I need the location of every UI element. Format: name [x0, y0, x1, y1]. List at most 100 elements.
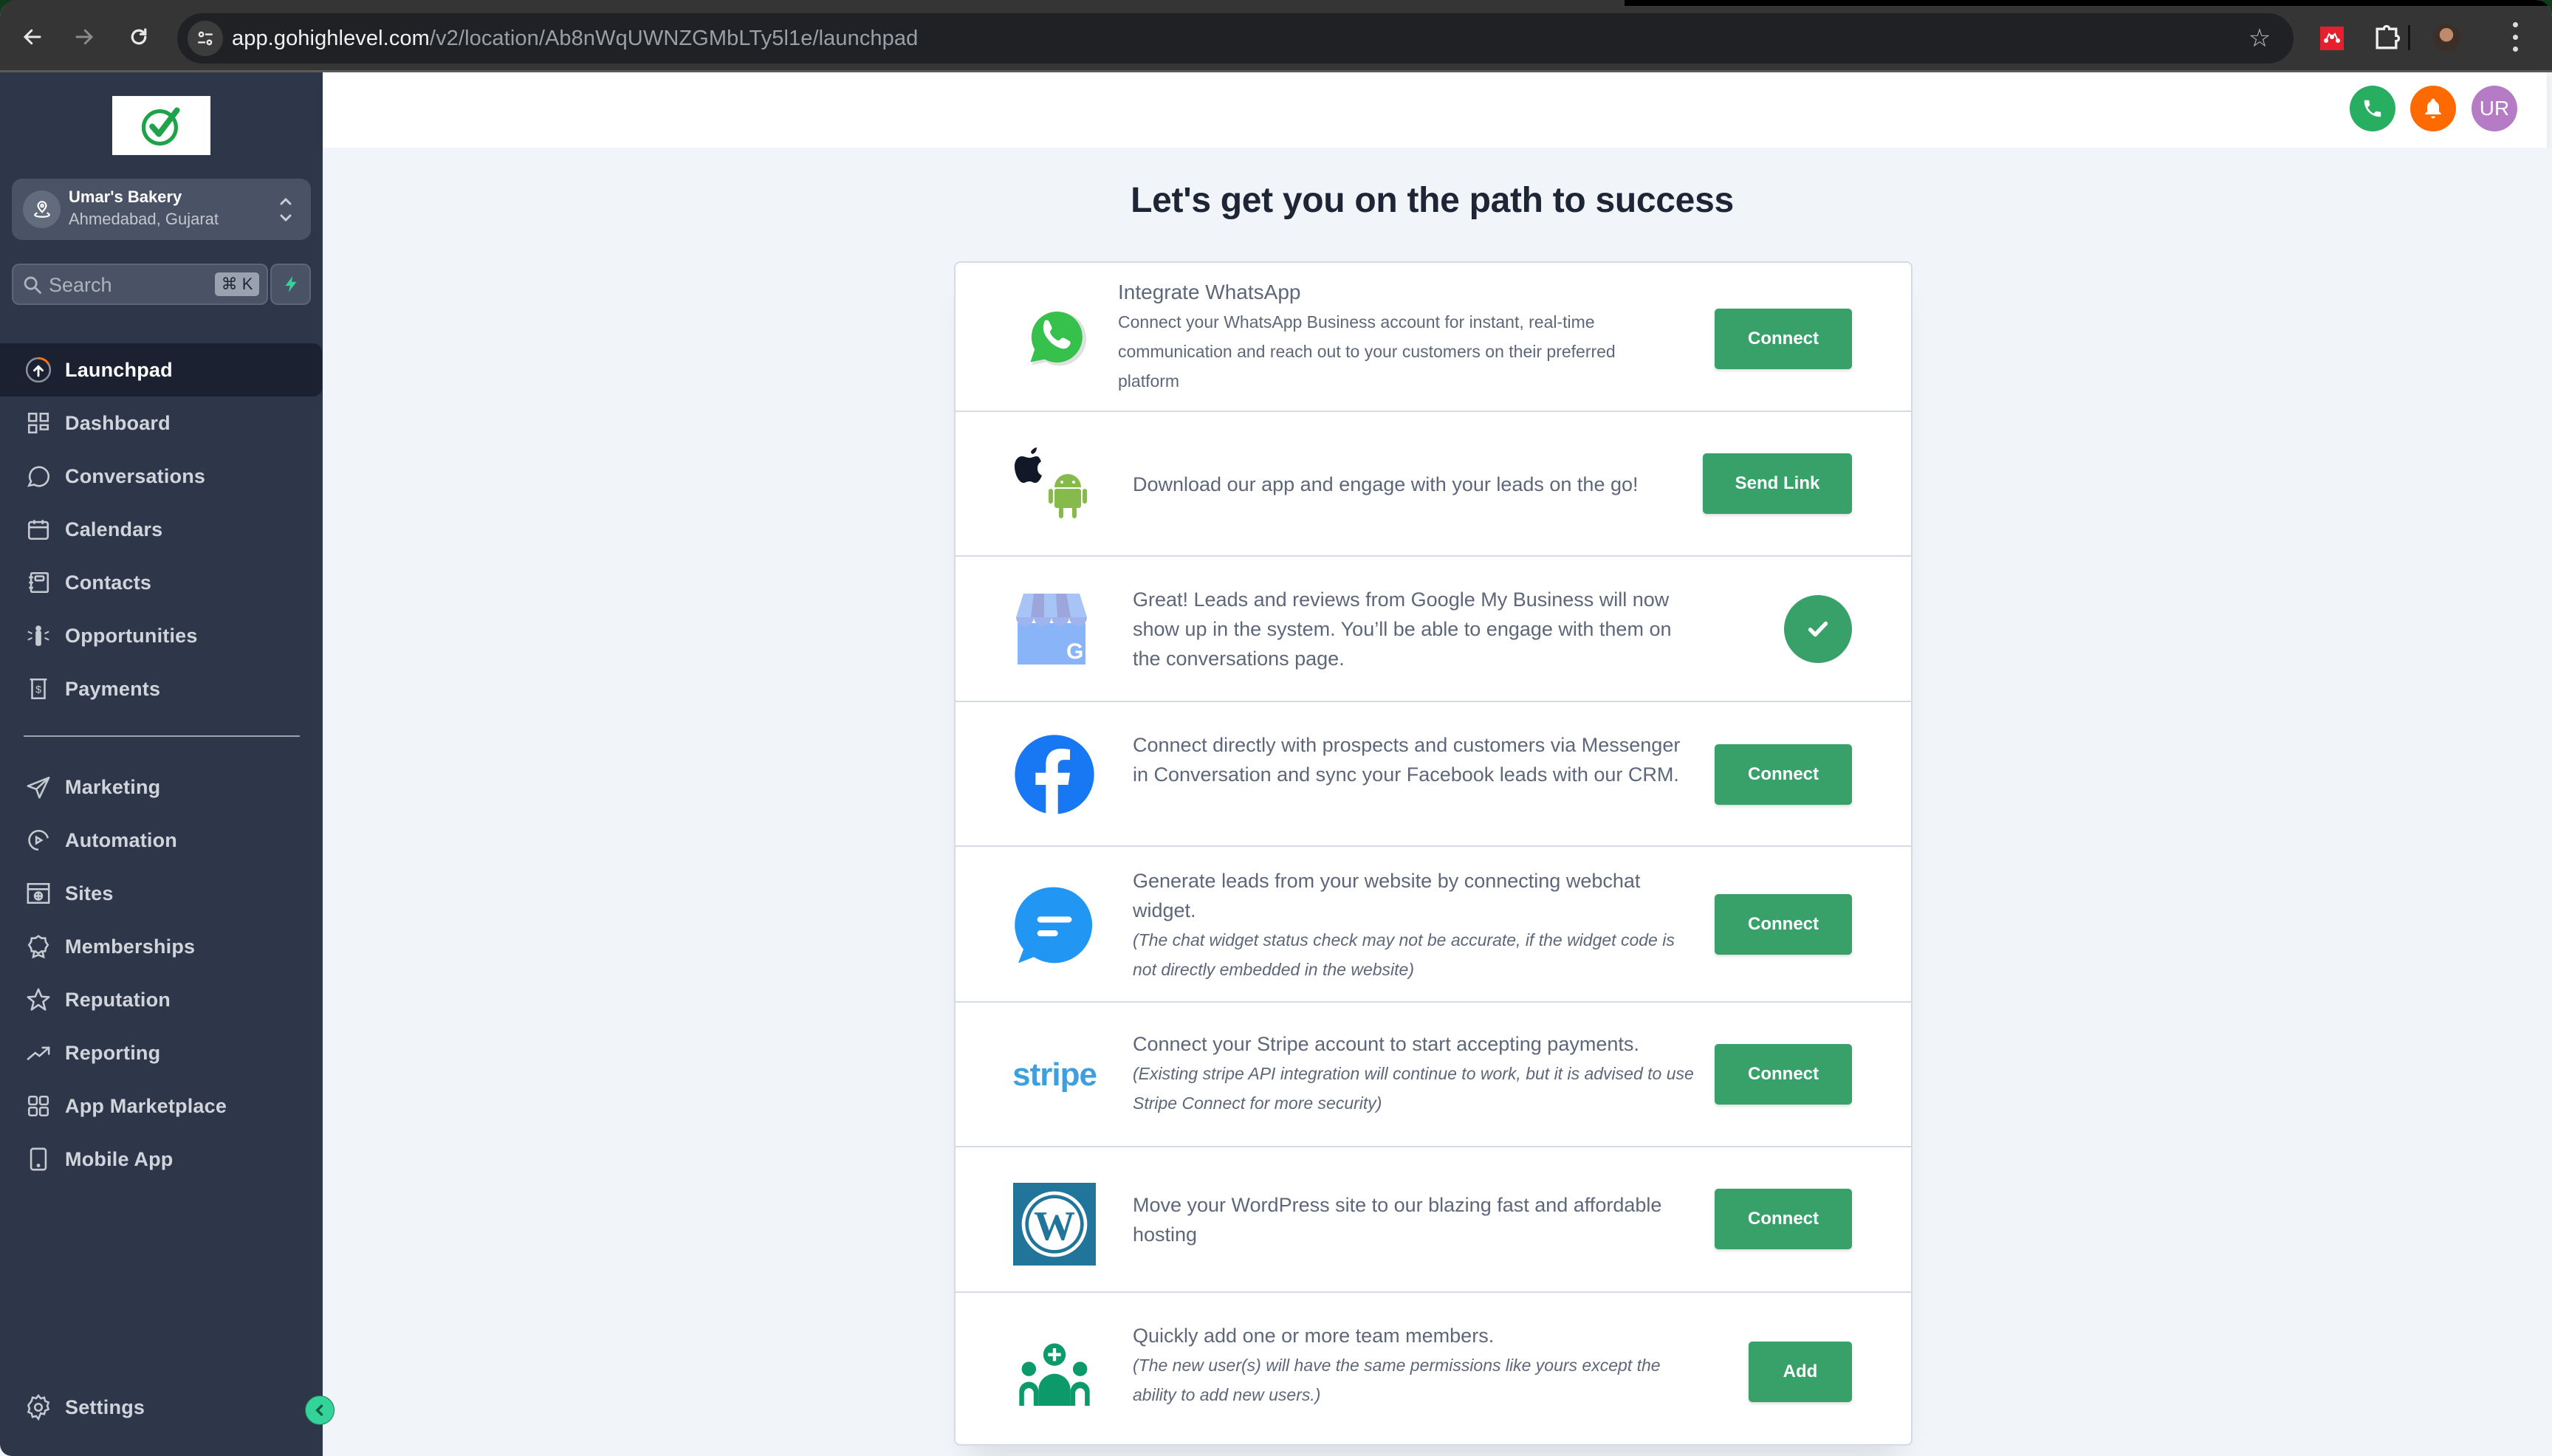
- browser-menu-icon[interactable]: [2511, 22, 2520, 52]
- sidebar-item-label: Memberships: [65, 935, 196, 958]
- chevron-left-icon: [315, 1404, 323, 1416]
- chevron-up-down-icon: [277, 193, 295, 226]
- company-logo[interactable]: [112, 96, 210, 155]
- item-description: Great! Leads and reviews from Google My …: [1133, 588, 1672, 670]
- sidebar-item-app-marketplace[interactable]: App Marketplace: [0, 1079, 323, 1133]
- sidebar-search[interactable]: ⌘ K: [12, 264, 268, 305]
- stripe-connect-button[interactable]: Connect: [1715, 1044, 1852, 1105]
- site-info-button[interactable]: [188, 21, 223, 56]
- url-text[interactable]: app.gohighlevel.com/v2/location/Ab8nWqUW…: [232, 24, 918, 53]
- check-circle-logo-icon: [141, 107, 180, 146]
- sidebar-item-label: Reputation: [65, 988, 171, 1011]
- wordpress-connect-button[interactable]: Connect: [1715, 1189, 1852, 1249]
- send-icon: [24, 773, 52, 801]
- send-link-button[interactable]: Send Link: [1703, 453, 1852, 514]
- main-content: Let's get you on the path to success Int…: [323, 148, 2552, 1456]
- automation-icon: [24, 826, 52, 854]
- sidebar-item-opportunities[interactable]: Opportunities: [0, 609, 323, 662]
- phone-icon: [2364, 100, 2381, 117]
- launchpad-icon: [24, 356, 52, 384]
- quick-actions-button[interactable]: [270, 264, 311, 305]
- sidebar-item-label: Conversations: [65, 464, 206, 487]
- sidebar-item-payments[interactable]: $ Payments: [0, 662, 323, 715]
- extensions-puzzle-icon[interactable]: [2370, 22, 2403, 55]
- sidebar-item-label: Calendars: [65, 518, 163, 540]
- dashboard-icon: [24, 409, 52, 437]
- item-note: (The chat widget status check may not be…: [1133, 930, 1675, 979]
- mendeley-extension-icon[interactable]: [2320, 27, 2344, 50]
- item-description: Download our app and engage with your le…: [1133, 473, 1639, 495]
- search-input[interactable]: [49, 271, 211, 299]
- phone-device-icon: [24, 1145, 52, 1173]
- location-pin-icon: [23, 190, 61, 228]
- address-bar[interactable]: app.gohighlevel.com/v2/location/Ab8nWqUW…: [177, 13, 2294, 63]
- sidebar-item-reputation[interactable]: Reputation: [0, 973, 323, 1026]
- sidebar-item-label: Marketing: [65, 775, 161, 798]
- back-button[interactable]: [16, 21, 49, 53]
- forward-button[interactable]: [68, 21, 100, 53]
- stripe-logo-icon: stripe: [1012, 1034, 1097, 1116]
- webchat-connect-button[interactable]: Connect: [1715, 894, 1852, 955]
- sidebar-item-mobile-app[interactable]: Mobile App: [0, 1133, 323, 1186]
- sidebar-item-sites[interactable]: Sites: [0, 867, 323, 920]
- add-team-members-icon: [1013, 1336, 1096, 1418]
- sidebar-item-calendars[interactable]: Calendars: [0, 503, 323, 556]
- sidebar-item-dashboard[interactable]: Dashboard: [0, 396, 323, 450]
- launchpad-item-google-my-business: G Great! Leads and reviews from Google M…: [956, 557, 1911, 702]
- sidebar-item-launchpad[interactable]: Launchpad: [0, 343, 322, 396]
- launchpad-item-team-members: Quickly add one or more team members. (T…: [956, 1293, 1911, 1444]
- apple-android-logo-icon: [1013, 443, 1096, 526]
- gear-icon: [24, 1393, 52, 1421]
- tab-strip: [0, 0, 2552, 6]
- facebook-logo-icon: [1013, 733, 1096, 816]
- sidebar-item-label: Reporting: [65, 1041, 161, 1064]
- user-avatar[interactable]: UR: [2472, 86, 2517, 131]
- svg-text:G: G: [1066, 639, 1083, 664]
- sidebar-item-label: Mobile App: [65, 1147, 174, 1170]
- bookmark-star-icon[interactable]: ☆: [2245, 24, 2274, 53]
- add-team-members-button[interactable]: Add: [1749, 1342, 1852, 1402]
- collapse-sidebar-button[interactable]: [305, 1395, 335, 1425]
- sidebar-item-label: Dashboard: [65, 411, 171, 434]
- launchpad-item-mobile-app: Download our app and engage with your le…: [956, 412, 1911, 557]
- item-description: Connect your WhatsApp Business account f…: [1118, 312, 1616, 391]
- sidebar-item-marketing[interactable]: Marketing: [0, 760, 323, 814]
- item-note: (Existing stripe API integration will co…: [1133, 1064, 1694, 1113]
- stripe-logo-text: stripe: [1012, 1057, 1097, 1093]
- sidebar-item-label: Launchpad: [65, 358, 173, 381]
- notifications-button[interactable]: [2410, 86, 2456, 131]
- url-host: app.gohighlevel.com: [232, 27, 430, 50]
- location-switcher[interactable]: Umar's Bakery Ahmedabad, Gujarat: [12, 179, 311, 240]
- sidebar-item-memberships[interactable]: Memberships: [0, 920, 323, 973]
- sidebar-item-label: Sites: [65, 882, 114, 904]
- sidebar-item-settings[interactable]: Settings: [0, 1381, 323, 1434]
- lightning-icon: [284, 276, 297, 292]
- phone-call-button[interactable]: [2350, 86, 2395, 131]
- whatsapp-connect-button[interactable]: Connect: [1715, 309, 1852, 369]
- browser-profile-avatar[interactable]: [2432, 24, 2460, 52]
- svg-text:W: W: [1034, 1203, 1075, 1249]
- sidebar-item-reporting[interactable]: Reporting: [0, 1026, 323, 1079]
- sidebar-item-contacts[interactable]: Contacts: [0, 556, 323, 609]
- sidebar-item-conversations[interactable]: Conversations: [0, 450, 323, 503]
- browser-toolbar: app.gohighlevel.com/v2/location/Ab8nWqUW…: [0, 0, 2552, 72]
- badge-icon: [24, 933, 52, 961]
- top-header: UR: [323, 72, 2547, 148]
- sites-globe-icon: [24, 879, 52, 907]
- launchpad-item-facebook: Connect directly with prospects and cust…: [956, 702, 1911, 847]
- contacts-book-icon: [24, 569, 52, 597]
- sidebar-item-automation[interactable]: Automation: [0, 814, 323, 867]
- item-description: Connect directly with prospects and cust…: [1133, 734, 1681, 786]
- google-my-business-logo-icon: G: [1013, 588, 1096, 670]
- launchpad-item-whatsapp: Integrate WhatsApp Connect your WhatsApp…: [956, 263, 1911, 412]
- item-description: Move your WordPress site to our blazing …: [1133, 1194, 1662, 1246]
- search-icon: [24, 276, 41, 294]
- sidebar: Umar's Bakery Ahmedabad, Gujarat ⌘ K Lau…: [0, 72, 323, 1456]
- wordpress-logo-icon: W: [1013, 1183, 1096, 1266]
- calendar-icon: [24, 515, 52, 543]
- item-title: Integrate WhatsApp: [1118, 281, 1301, 303]
- reload-button[interactable]: [123, 21, 155, 53]
- facebook-connect-button[interactable]: Connect: [1715, 744, 1852, 805]
- sidebar-item-label: Opportunities: [65, 624, 198, 647]
- trend-up-icon: [24, 1039, 52, 1067]
